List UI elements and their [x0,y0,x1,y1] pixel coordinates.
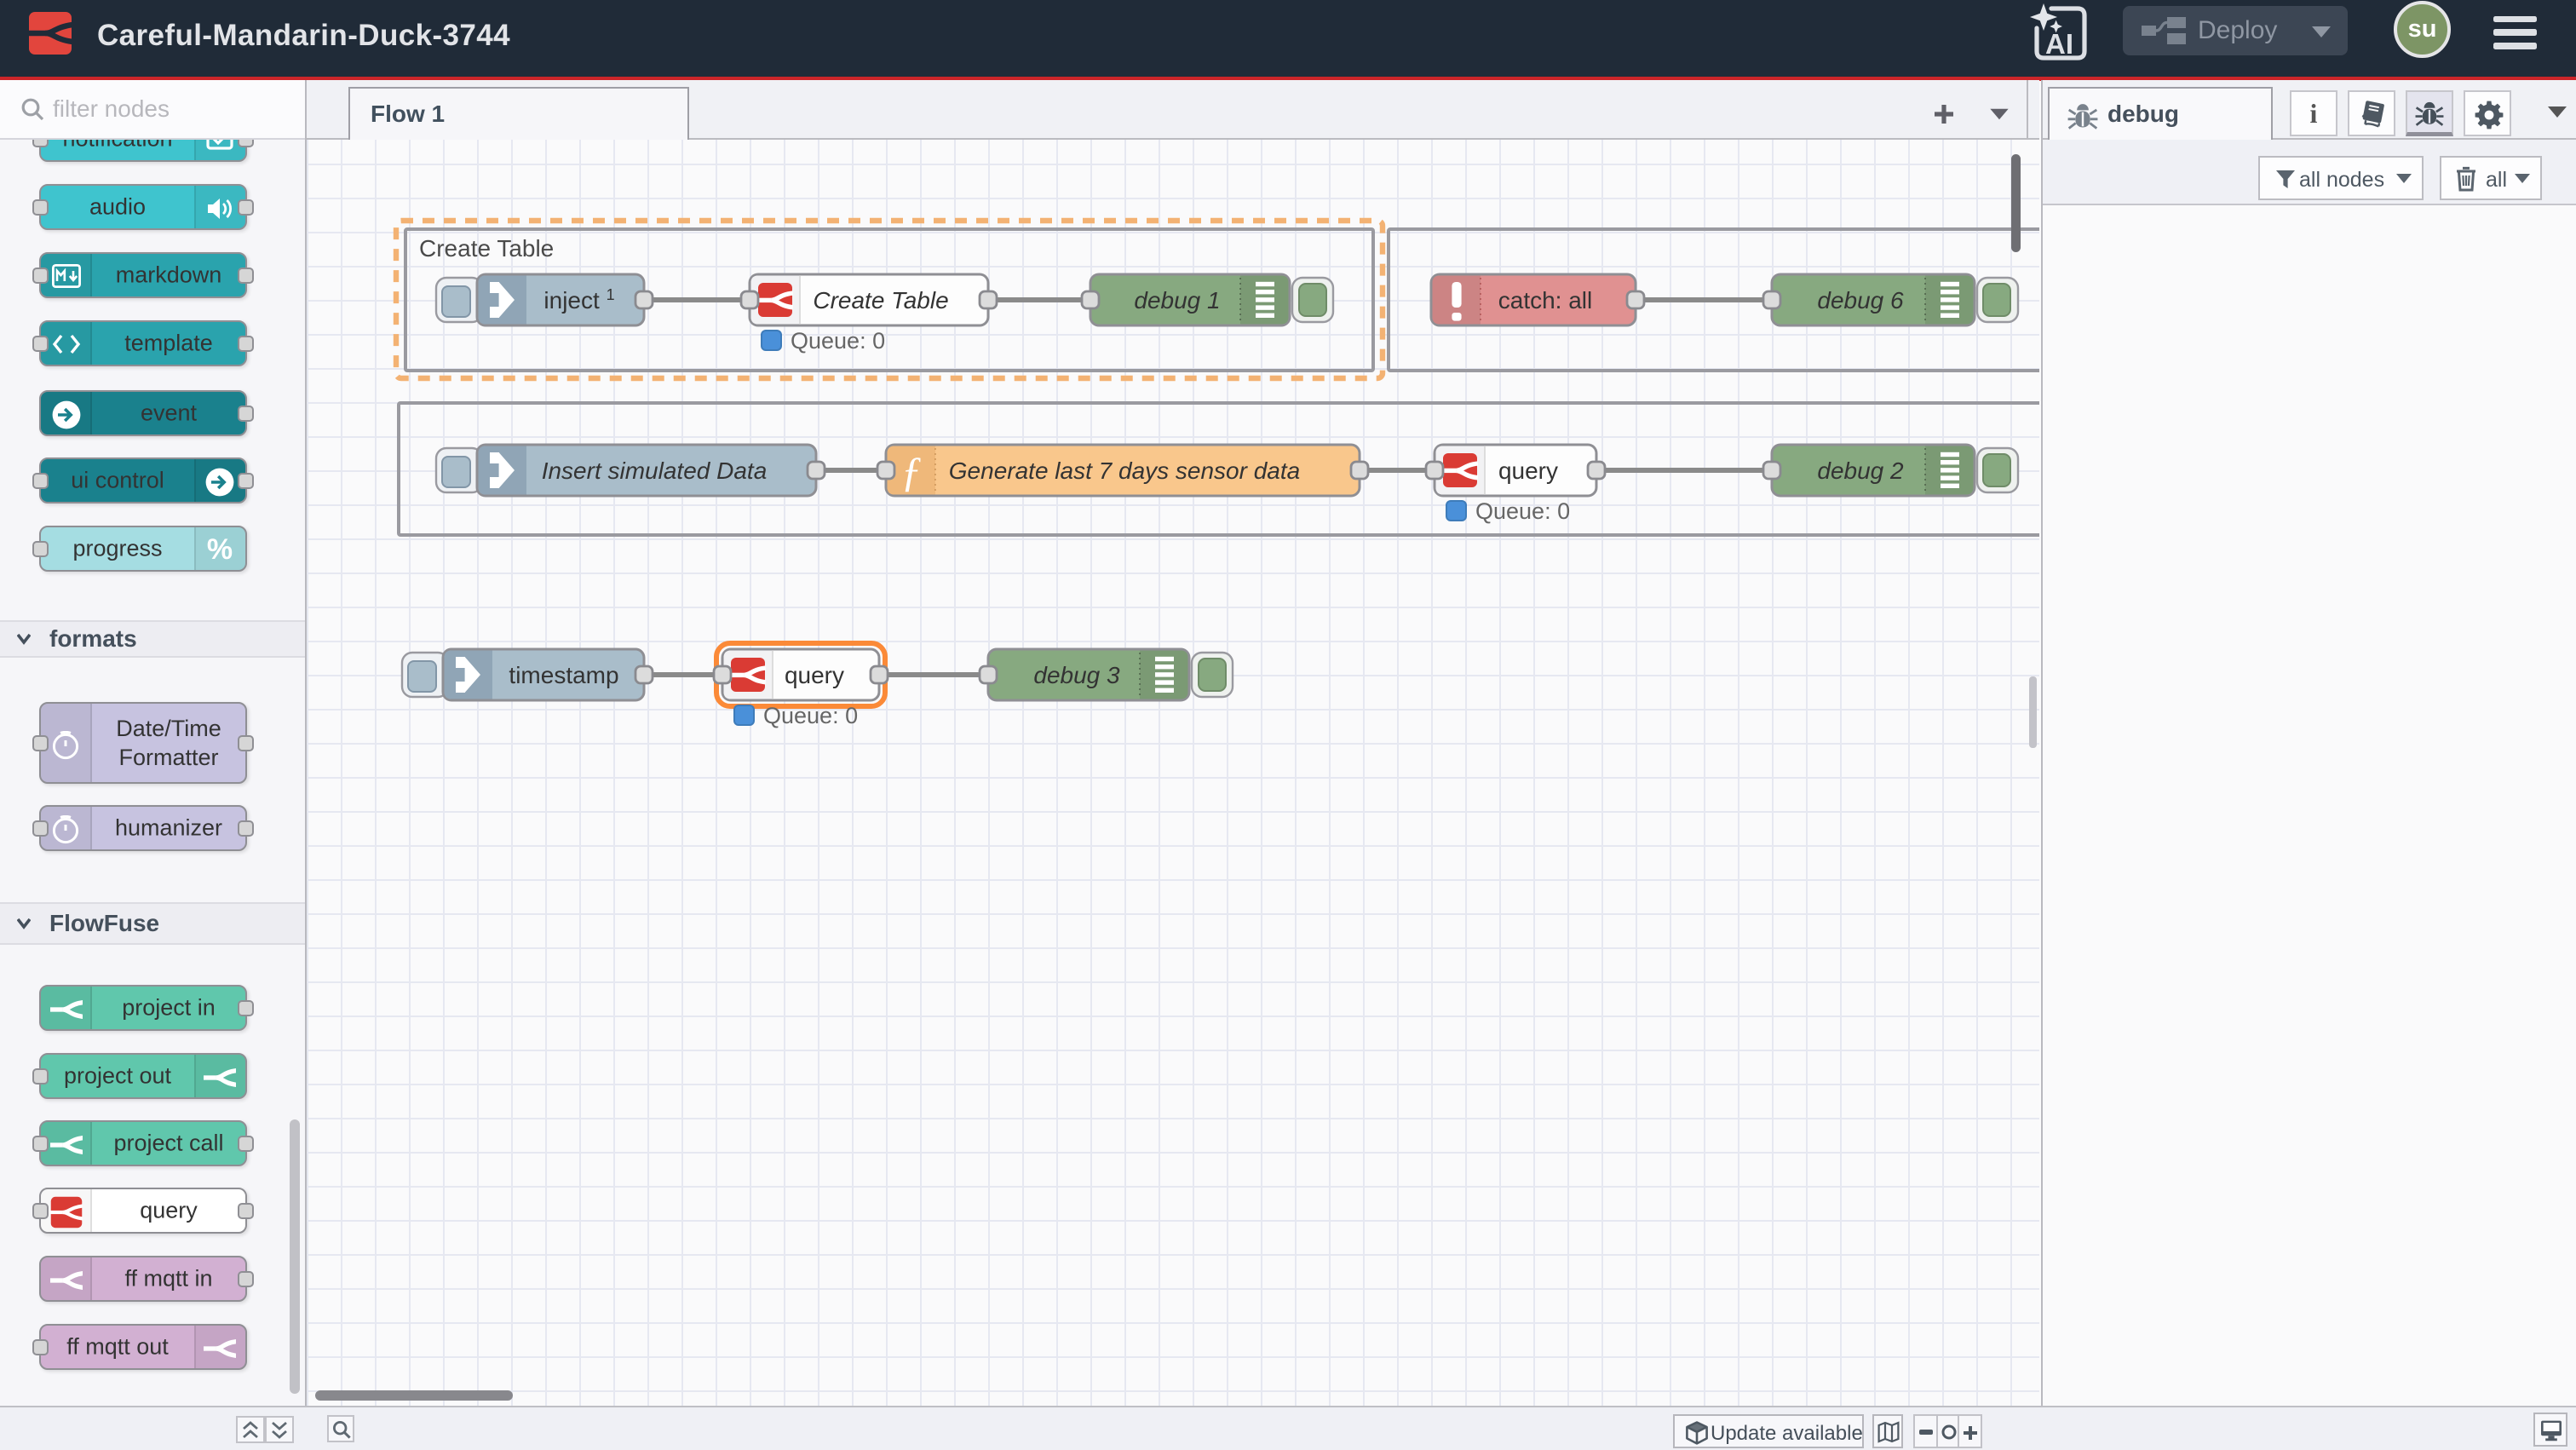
svg-text:Queue: 0: Queue: 0 [791,328,885,354]
svg-text:catch: all: catch: all [1498,287,1593,314]
svg-text:Queue: 0: Queue: 0 [1475,498,1570,524]
svg-text:debug 2: debug 2 [1817,457,1904,484]
svg-text:query: query [1498,457,1558,484]
svg-text:Create Table: Create Table [813,287,948,314]
svg-text:debug 3: debug 3 [1033,662,1120,688]
svg-text:debug 1: debug 1 [1134,287,1220,314]
svg-text:ƒ: ƒ [901,447,923,495]
svg-text:Queue: 0: Queue: 0 [763,703,858,728]
svg-text:AI: AI [2045,28,2073,60]
svg-text:debug 6: debug 6 [1817,287,1904,314]
svg-text:Create Table: Create Table [419,235,554,262]
svg-text:query: query [785,662,844,688]
svg-text:inject 1: inject 1 [543,286,614,314]
svg-text:Generate last 7 days sensor da: Generate last 7 days sensor data [949,457,1300,484]
svg-text:timestamp: timestamp [509,662,618,688]
svg-text:Insert simulated Data: Insert simulated Data [542,457,768,484]
